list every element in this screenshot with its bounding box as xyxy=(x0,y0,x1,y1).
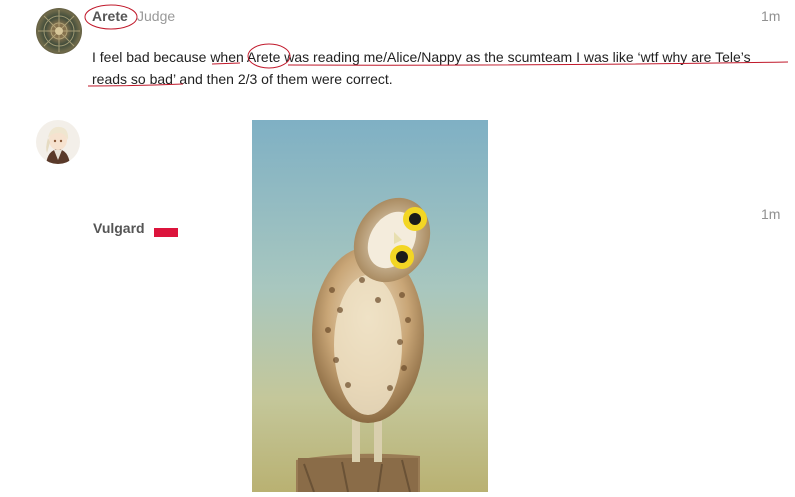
text-segment: and then 2/3 of them were correct. xyxy=(175,71,393,87)
text-segment: was reading me/Alice/Nappy as the scumte… xyxy=(280,49,751,65)
post-timestamp[interactable]: 1m xyxy=(761,206,780,222)
post-body: I feel bad because when Arete was readin… xyxy=(92,46,792,90)
post-arete: Arete Judge 1m I feel bad because when A… xyxy=(0,0,795,100)
text-segment: I feel bad because xyxy=(92,49,211,65)
owl-photo[interactable] xyxy=(252,120,488,492)
post-body-line-2: reads so bad’ and then 2/3 of them were … xyxy=(92,68,792,90)
post-timestamp[interactable]: 1m xyxy=(761,8,780,24)
user-title: Judge xyxy=(137,8,176,24)
country-flag-icon xyxy=(154,226,178,237)
username[interactable]: Arete xyxy=(92,8,128,24)
text-segment: when xyxy=(210,49,247,65)
avatar[interactable] xyxy=(36,120,80,164)
avatar[interactable] xyxy=(36,8,82,54)
text-segment: reads so bad’ xyxy=(92,71,176,87)
mention-arete: Arete xyxy=(246,49,281,65)
username[interactable]: Vulgard xyxy=(93,220,145,236)
post-body-line-1: I feel bad because when Arete was readin… xyxy=(92,46,792,68)
